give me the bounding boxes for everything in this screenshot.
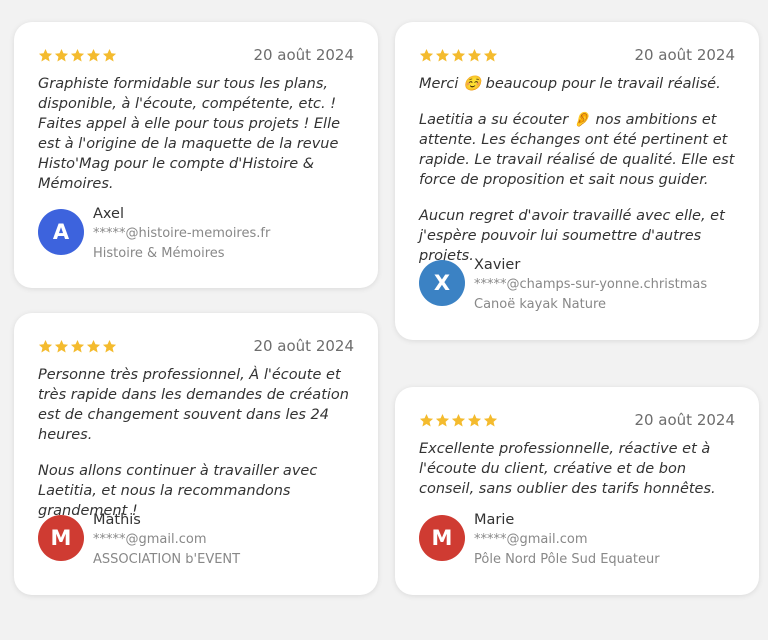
author-company: ASSOCIATION b'EVENT [93, 552, 241, 567]
review-card: 20 août 2024 Graphiste formidable sur to… [14, 22, 378, 288]
star-icon [451, 413, 466, 426]
review-date: 20 août 2024 [253, 46, 354, 64]
star-icon [102, 339, 117, 352]
star-icon [435, 413, 450, 426]
star-icon [70, 48, 85, 61]
star-icon [419, 413, 434, 426]
review-author: X Xavier *****@champs-sur-yonne.christma… [419, 256, 707, 314]
author-name: Marie [474, 512, 515, 528]
star-icon [54, 339, 69, 352]
star-rating [38, 48, 117, 63]
star-icon [38, 48, 53, 61]
star-rating [419, 48, 498, 63]
review-author: M Marie *****@gmail.com Pôle Nord Pôle S… [419, 511, 660, 569]
star-icon [451, 48, 466, 61]
star-icon [86, 339, 101, 352]
review-card: 20 août 2024 Personne très professionnel… [14, 313, 378, 595]
author-company: Canoë kayak Nature [474, 297, 607, 312]
author-company: Pôle Nord Pôle Sud Equateur [474, 552, 660, 567]
author-email: *****@gmail.com [93, 532, 207, 547]
star-icon [419, 48, 434, 61]
star-icon [467, 413, 482, 426]
author-name: Axel [93, 206, 125, 222]
review-text: Merci ☺️ beaucoup pour le travail réalis… [419, 74, 735, 266]
star-icon [102, 48, 117, 61]
star-icon [86, 48, 101, 61]
star-icon [38, 339, 53, 352]
avatar: X [419, 260, 465, 306]
avatar: M [38, 515, 84, 561]
avatar: A [38, 209, 84, 255]
author-email: *****@champs-sur-yonne.christmas [474, 277, 708, 292]
review-paragraph: Graphiste formidable sur tous les plans,… [38, 76, 341, 192]
star-icon [70, 339, 85, 352]
review-text: Personne très professionnel, À l'écoute … [38, 365, 354, 521]
star-icon [435, 48, 450, 61]
review-paragraph: Personne très professionnel, À l'écoute … [38, 367, 349, 443]
author-company: Histoire & Mémoires [93, 246, 225, 261]
review-author: M Mathis *****@gmail.com ASSOCIATION b'E… [38, 511, 240, 569]
avatar: M [419, 515, 465, 561]
review-text: Graphiste formidable sur tous les plans,… [38, 74, 354, 194]
star-icon [483, 48, 498, 61]
review-card: 20 août 2024 Excellente professionnelle,… [395, 387, 759, 595]
star-icon [54, 48, 69, 61]
author-name: Xavier [474, 257, 521, 273]
review-date: 20 août 2024 [253, 337, 354, 355]
review-text: Excellente professionnelle, réactive et … [419, 439, 735, 499]
author-email: *****@gmail.com [474, 532, 588, 547]
author-email: *****@histoire-memoires.fr [93, 226, 271, 241]
review-paragraph: Laetitia a su écouter 👂 nos ambitions et… [419, 112, 735, 188]
review-card: 20 août 2024 Merci ☺️ beaucoup pour le t… [395, 22, 759, 340]
star-icon [483, 413, 498, 426]
review-author: A Axel *****@histoire-memoires.fr Histoi… [38, 205, 270, 263]
star-rating [419, 413, 498, 428]
review-paragraph: Merci ☺️ beaucoup pour le travail réalis… [419, 76, 721, 92]
review-date: 20 août 2024 [634, 46, 735, 64]
author-name: Mathis [93, 512, 141, 528]
star-icon [467, 48, 482, 61]
review-date: 20 août 2024 [634, 411, 735, 429]
review-paragraph: Excellente professionnelle, réactive et … [419, 441, 716, 497]
star-rating [38, 339, 117, 354]
